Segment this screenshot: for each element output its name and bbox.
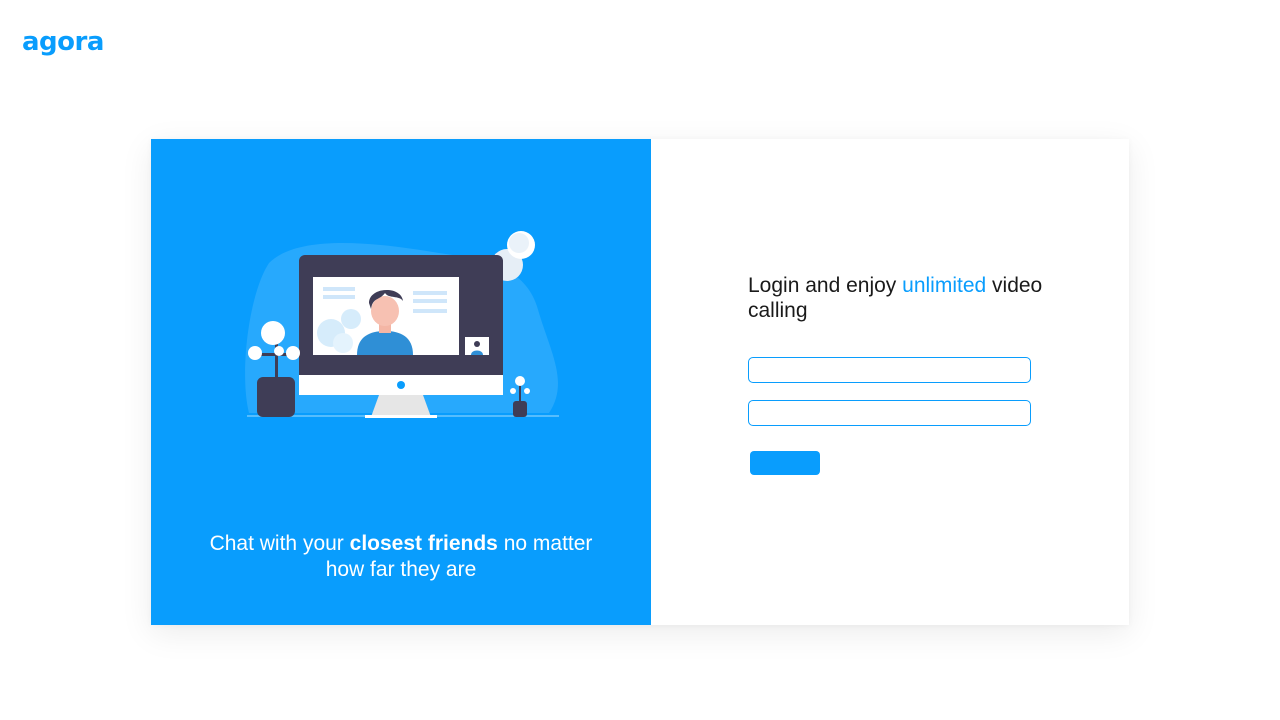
video-call-monitor-illustration (245, 231, 559, 418)
channel-input[interactable] (748, 400, 1031, 426)
hero-tagline: Chat with your closest friends no matter… (191, 531, 611, 583)
login-heading: Login and enjoy unlimited video calling (748, 273, 1048, 323)
login-panel: Login and enjoy unlimited video calling (651, 139, 1129, 625)
heading-text: Login and enjoy (748, 274, 903, 297)
heading-accent: unlimited (902, 274, 987, 297)
logo-text: agora (22, 27, 104, 57)
tagline-highlight: closest friends (349, 532, 498, 555)
name-input[interactable] (748, 357, 1031, 383)
tagline-text: Chat with your (209, 532, 350, 555)
login-card: Chat with your closest friends no matter… (151, 139, 1129, 625)
join-button[interactable] (750, 451, 820, 475)
agora-logo: agora (22, 24, 104, 60)
hero-panel: Chat with your closest friends no matter… (151, 139, 651, 625)
